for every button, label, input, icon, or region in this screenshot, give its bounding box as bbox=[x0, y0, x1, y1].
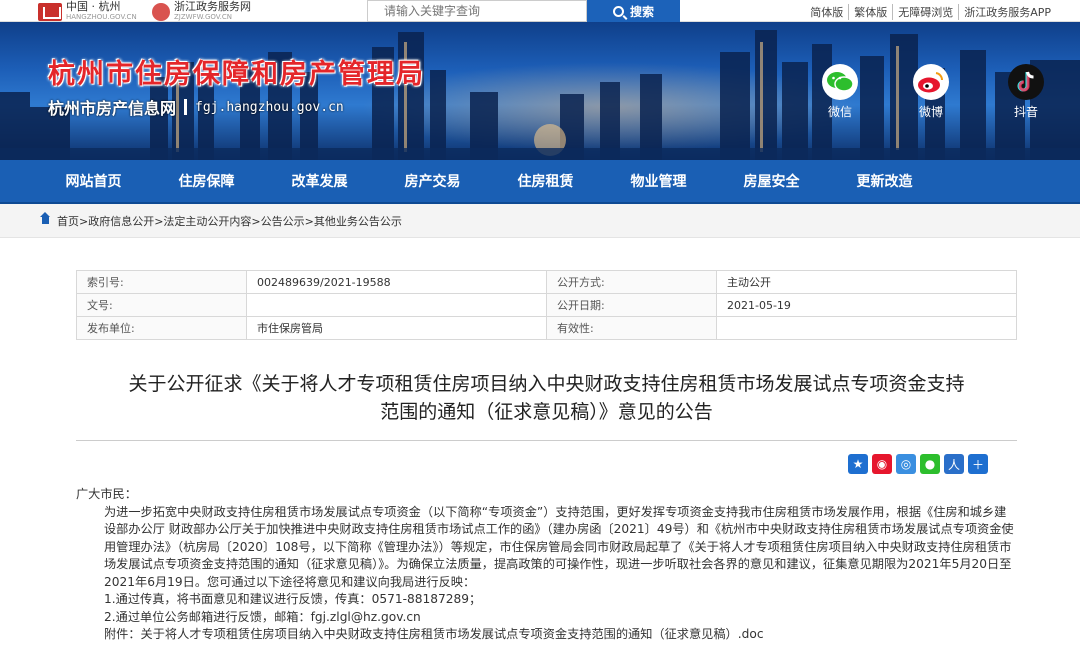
logo1-main-text: 中国 · 杭州 bbox=[66, 0, 121, 13]
meta-index-label: 索引号: bbox=[76, 270, 247, 294]
feedback-fax: 1.通过传真，将书面意见和建议进行反馈，传真：0571-88187289； bbox=[104, 592, 482, 606]
nav-item-renewal[interactable]: 更新改造 bbox=[828, 160, 941, 202]
search-box: 搜索 bbox=[367, 0, 680, 22]
meta-validity-label: 有效性: bbox=[546, 316, 717, 340]
wechat-icon bbox=[822, 64, 858, 100]
breadcrumb: 首页>政府信息公开>法定主动公开内容>公告公示>其他业务公告公示 bbox=[0, 204, 1080, 238]
meta-publisher-value: 市住保房管局 bbox=[246, 316, 547, 340]
social-douyin[interactable]: 抖音 bbox=[1008, 64, 1044, 120]
zjzwfw-logo[interactable]: 浙江政务服务网 ZJZWFW.GOV.CN bbox=[152, 0, 251, 22]
search-button-label: 搜索 bbox=[629, 4, 654, 19]
weibo-share-icon[interactable]: ◉ bbox=[872, 454, 892, 474]
site-subtitle-text: 杭州市房产信息网 bbox=[48, 99, 177, 118]
header-banner: 杭州市住房保障和房产管理局 杭州市房产信息网 fgj.hangzhou.gov.… bbox=[0, 22, 1080, 160]
top-links: 简体版 繁体版 无障碍浏览 浙江政务服务APP bbox=[805, 4, 1056, 20]
attachment-link[interactable]: 附件：关于将人才专项租赁住房项目纳入中央财政支持住房租赁市场发展试点专项资金支持… bbox=[76, 626, 1017, 644]
meta-publish-date-value: 2021-05-19 bbox=[716, 293, 1017, 317]
hangzhou-emblem-icon bbox=[38, 3, 62, 21]
meta-validity-value bbox=[716, 316, 1017, 340]
social-wechat[interactable]: 微信 bbox=[822, 64, 858, 120]
logo1-sub-text: HANGZHOU.GOV.CN bbox=[66, 13, 137, 21]
title-divider bbox=[76, 440, 1017, 441]
article-body: 广大市民： 为进一步拓宽中央财政支持住房租赁市场发展试点专项资金（以下简称“专项… bbox=[76, 486, 1017, 644]
nav-item-reform[interactable]: 改革发展 bbox=[263, 160, 376, 202]
link-simplified[interactable]: 简体版 bbox=[805, 4, 848, 20]
article-title-line2: 范围的通知（征求意见稿）》意见的公告 bbox=[380, 401, 713, 423]
article-paragraph: 为进一步拓宽中央财政支持住房租赁市场发展试点专项资金（以下简称“专项资金”）支持… bbox=[104, 504, 1014, 589]
main-nav: 网站首页 住房保障 改革发展 房产交易 住房租赁 物业管理 房屋安全 更新改造 bbox=[0, 160, 1080, 204]
meta-publish-date-label: 公开日期: bbox=[546, 293, 717, 317]
table-row: 发布单位: 市住保房管局 有效性: bbox=[76, 316, 1017, 340]
logo2-sub-text: ZJZWFW.GOV.CN bbox=[174, 13, 232, 21]
social-douyin-label: 抖音 bbox=[1013, 105, 1038, 119]
social-wechat-label: 微信 bbox=[827, 105, 852, 119]
meta-doc-number-label: 文号: bbox=[76, 293, 247, 317]
link-app[interactable]: 浙江政务服务APP bbox=[958, 4, 1056, 20]
table-row: 文号: 公开日期: 2021-05-19 bbox=[76, 293, 1017, 317]
link-accessibility[interactable]: 无障碍浏览 bbox=[892, 4, 958, 20]
nav-item-housing-security[interactable]: 住房保障 bbox=[150, 160, 263, 202]
zjzwfw-icon bbox=[152, 3, 170, 21]
more-share-icon[interactable]: ＋ bbox=[968, 454, 988, 474]
nav-item-property-trading[interactable]: 房产交易 bbox=[376, 160, 489, 202]
search-icon bbox=[612, 5, 624, 17]
article-title: 关于公开征求《关于将人才专项租赁住房项目纳入中央财政支持住房租赁市场发展试点专项… bbox=[76, 370, 1017, 426]
article-greeting: 广大市民： bbox=[76, 487, 137, 501]
breadcrumb-text[interactable]: 首页>政府信息公开>法定主动公开内容>公告公示>其他业务公告公示 bbox=[57, 213, 402, 229]
top-bar: 中国 · 杭州 HANGZHOU.GOV.CN 浙江政务服务网 ZJZWFW.G… bbox=[0, 0, 1080, 22]
feedback-email: 2.通过单位公务邮箱进行反馈，邮箱：fgj.zlgl@hz.gov.cn bbox=[104, 609, 421, 624]
nav-item-housing-safety[interactable]: 房屋安全 bbox=[715, 160, 828, 202]
meta-index-value: 002489639/2021-19588 bbox=[246, 270, 547, 294]
wechat-share-icon[interactable]: ● bbox=[920, 454, 940, 474]
social-weibo-label: 微博 bbox=[918, 105, 943, 119]
meta-publish-method-value: 主动公开 bbox=[716, 270, 1017, 294]
meta-publish-method-label: 公开方式: bbox=[546, 270, 717, 294]
link-traditional[interactable]: 繁体版 bbox=[848, 4, 892, 20]
qzone-share-icon[interactable]: ◎ bbox=[896, 454, 916, 474]
home-icon bbox=[40, 212, 51, 225]
favorite-star-icon[interactable]: ★ bbox=[848, 454, 868, 474]
site-subtitle: 杭州市房产信息网 fgj.hangzhou.gov.cn bbox=[48, 95, 344, 119]
social-weibo[interactable]: 微博 bbox=[913, 64, 949, 120]
logo2-main-text: 浙江政务服务网 bbox=[174, 0, 251, 13]
site-title: 杭州市住房保障和房产管理局 bbox=[48, 59, 425, 90]
share-bar: ★ ◉ ◎ ● 人 ＋ bbox=[848, 454, 988, 474]
meta-doc-number-value bbox=[246, 293, 547, 317]
weibo-icon bbox=[913, 64, 949, 100]
search-input[interactable] bbox=[367, 0, 587, 22]
meta-publisher-label: 发布单位: bbox=[76, 316, 247, 340]
nav-item-property-management[interactable]: 物业管理 bbox=[602, 160, 715, 202]
site-url: fgj.hangzhou.gov.cn bbox=[195, 99, 344, 115]
douyin-icon bbox=[1008, 64, 1044, 100]
hangzhou-gov-logo[interactable]: 中国 · 杭州 HANGZHOU.GOV.CN bbox=[38, 0, 137, 22]
renren-share-icon[interactable]: 人 bbox=[944, 454, 964, 474]
search-button[interactable]: 搜索 bbox=[587, 0, 680, 22]
nav-item-housing-rental[interactable]: 住房租赁 bbox=[489, 160, 602, 202]
document-meta-table: 索引号: 002489639/2021-19588 公开方式: 主动公开 文号:… bbox=[76, 270, 1017, 340]
table-row: 索引号: 002489639/2021-19588 公开方式: 主动公开 bbox=[76, 270, 1017, 294]
article-title-line1: 关于公开征求《关于将人才专项租赁住房项目纳入中央财政支持住房租赁市场发展试点专项… bbox=[128, 373, 965, 395]
nav-item-home[interactable]: 网站首页 bbox=[37, 160, 150, 202]
